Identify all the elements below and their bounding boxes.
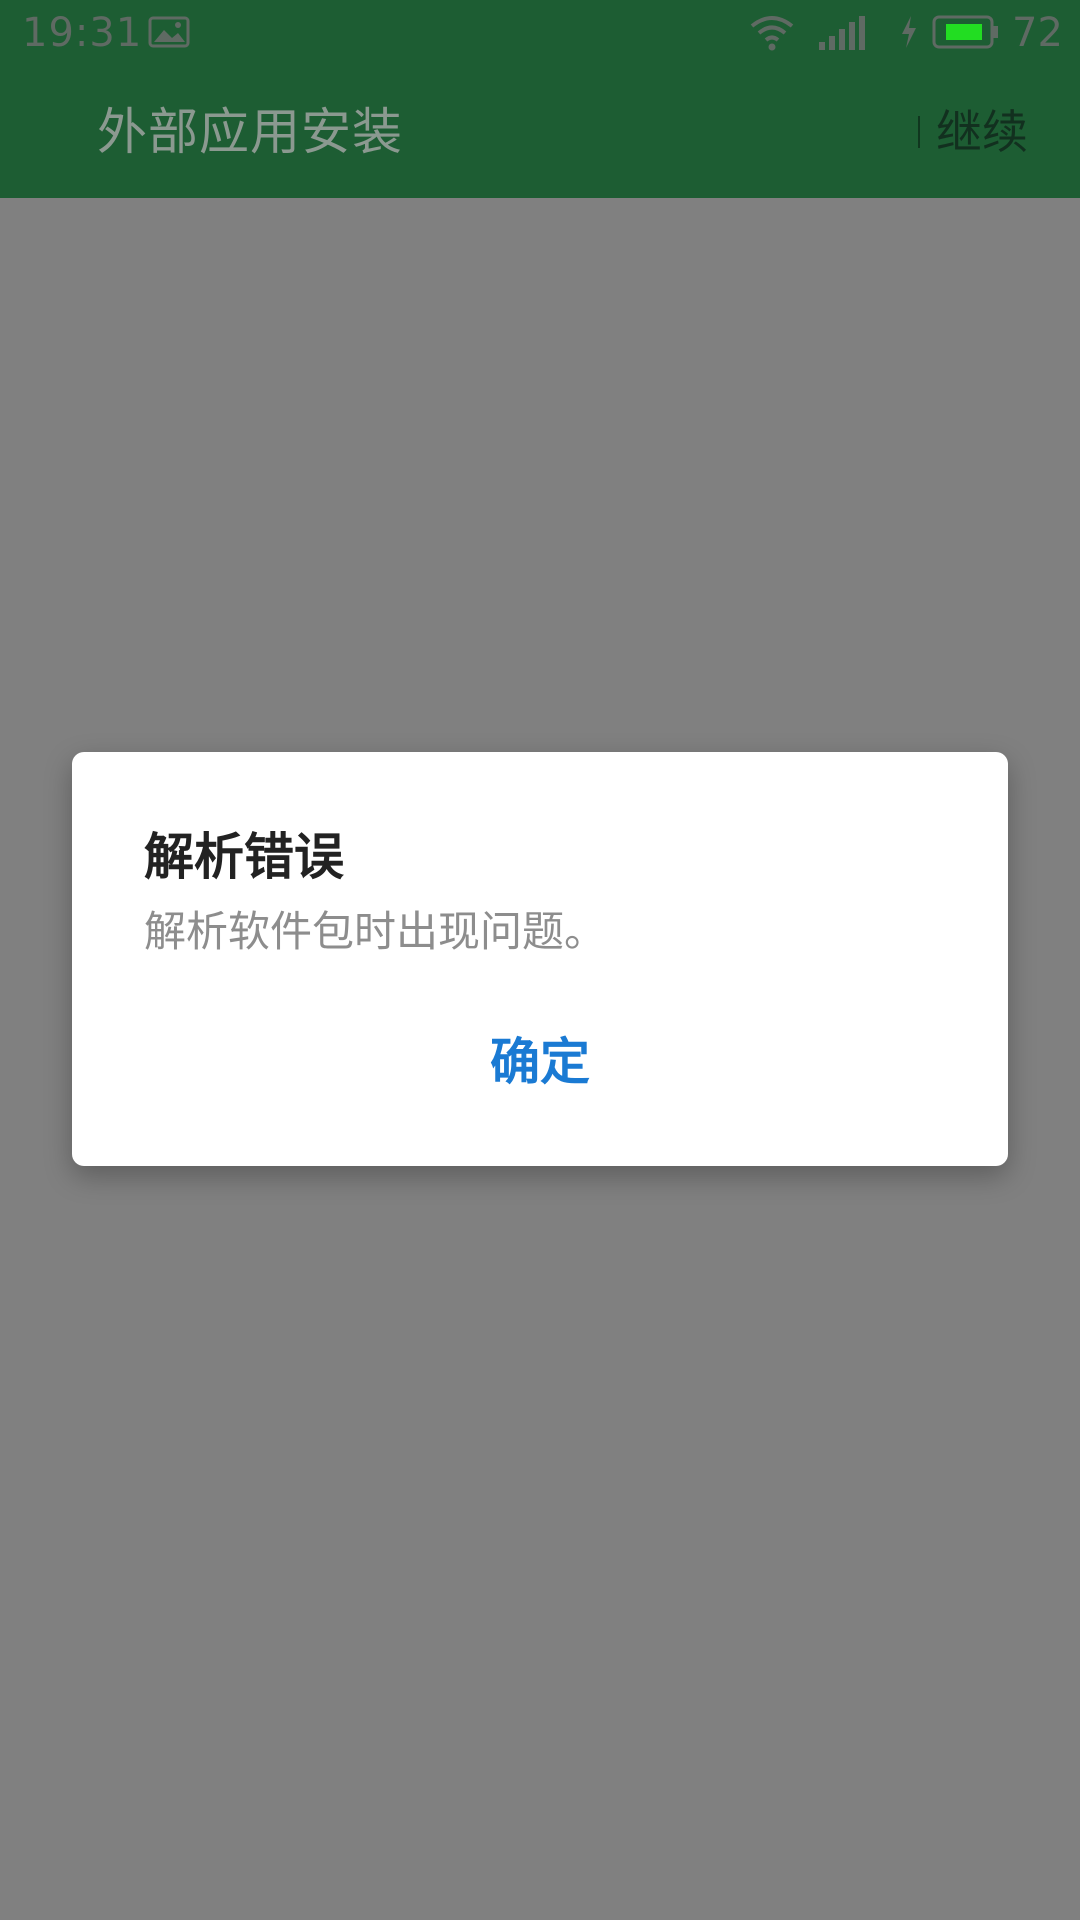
page-title: 外部应用安装 [97,103,403,161]
battery-icon [932,14,1000,50]
battery-level: 72 [1012,10,1063,56]
status-bar: 19:31 72 [0,0,1080,66]
dialog-message: 解析软件包时出现问题。 [144,907,607,956]
gallery-icon [148,16,190,48]
wifi-icon [750,14,794,52]
parse-error-dialog: 解析错误 解析软件包时出现问题。 确定 [72,752,1008,1166]
dialog-title: 解析错误 [144,828,344,886]
continue-button[interactable]: 继续 [936,100,1028,164]
ok-button[interactable]: 确定 [460,1024,620,1100]
app-bar: 外部应用安装 继续 [0,66,1080,198]
status-time: 19:31 [22,10,143,56]
signal-icon [815,14,867,52]
app-bar-divider [918,116,920,148]
charging-icon [898,14,920,50]
